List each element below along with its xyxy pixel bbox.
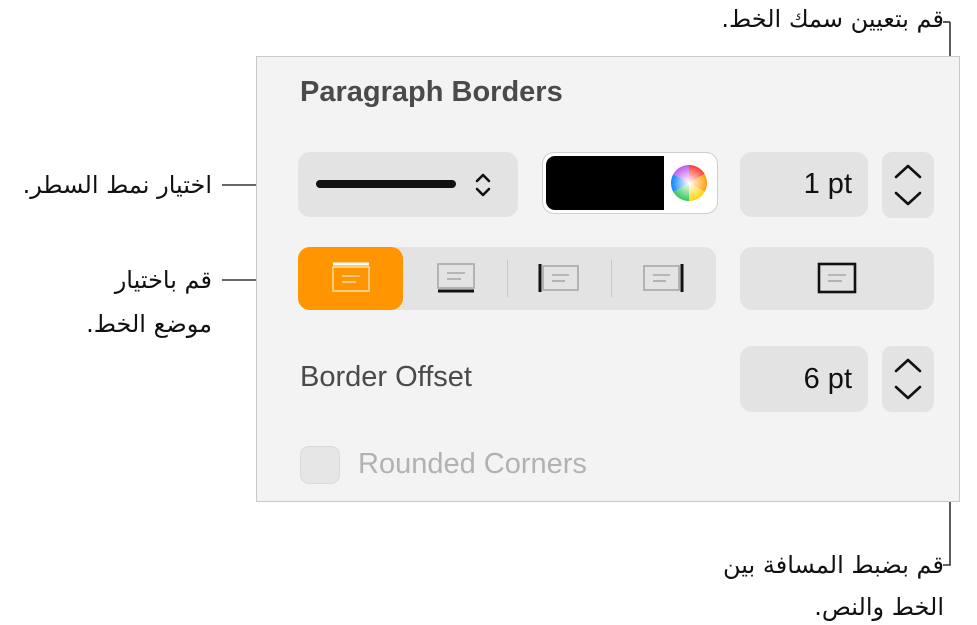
offset-callout-line1: قم بضبط المسافة بين xyxy=(723,551,944,579)
chevron-updown-icon xyxy=(475,173,491,197)
position-callout-line2: موضع الخط. xyxy=(86,310,212,338)
segment-divider xyxy=(507,260,508,297)
thickness-stepper[interactable] xyxy=(882,152,934,218)
position-top-button[interactable] xyxy=(298,247,403,310)
thickness-callout: قم بتعيين سمك الخط. xyxy=(721,5,944,33)
color-swatch xyxy=(546,156,664,210)
stepper-arrows-icon xyxy=(894,164,922,206)
rounded-corners-checkbox[interactable] xyxy=(300,446,340,484)
stepper-arrows-icon xyxy=(894,358,922,400)
border-offset-stepper[interactable] xyxy=(882,346,934,412)
bottom-border-icon xyxy=(437,263,475,293)
panel-title: Paragraph Borders xyxy=(300,76,563,108)
position-bottom-button[interactable] xyxy=(405,247,505,310)
segment-divider xyxy=(611,260,612,297)
box-border-icon xyxy=(817,262,857,294)
position-callout-line1: قم باختيار xyxy=(114,266,212,294)
right-border-icon xyxy=(643,264,684,292)
border-offset-value: 6 pt xyxy=(803,362,852,395)
border-color-well[interactable] xyxy=(542,152,718,214)
position-left-button[interactable] xyxy=(509,247,609,310)
offset-callout-line2: الخط والنص. xyxy=(814,593,944,621)
border-offset-label: Border Offset xyxy=(300,361,472,393)
solid-line-preview xyxy=(316,180,456,188)
top-border-icon xyxy=(332,262,370,292)
thickness-value: 1 pt xyxy=(803,168,852,200)
box-border-button[interactable] xyxy=(740,247,934,310)
border-offset-field[interactable]: 6 pt xyxy=(740,346,868,412)
line-style-popup[interactable] xyxy=(298,152,518,217)
left-border-icon xyxy=(538,264,579,292)
position-right-button[interactable] xyxy=(613,247,716,310)
color-wheel-icon[interactable] xyxy=(670,164,708,202)
border-position-segmented-control xyxy=(298,247,716,310)
thickness-field[interactable]: 1 pt xyxy=(740,152,868,217)
line-style-callout: اختيار نمط السطر. xyxy=(22,171,212,199)
rounded-corners-label: Rounded Corners xyxy=(358,448,587,480)
